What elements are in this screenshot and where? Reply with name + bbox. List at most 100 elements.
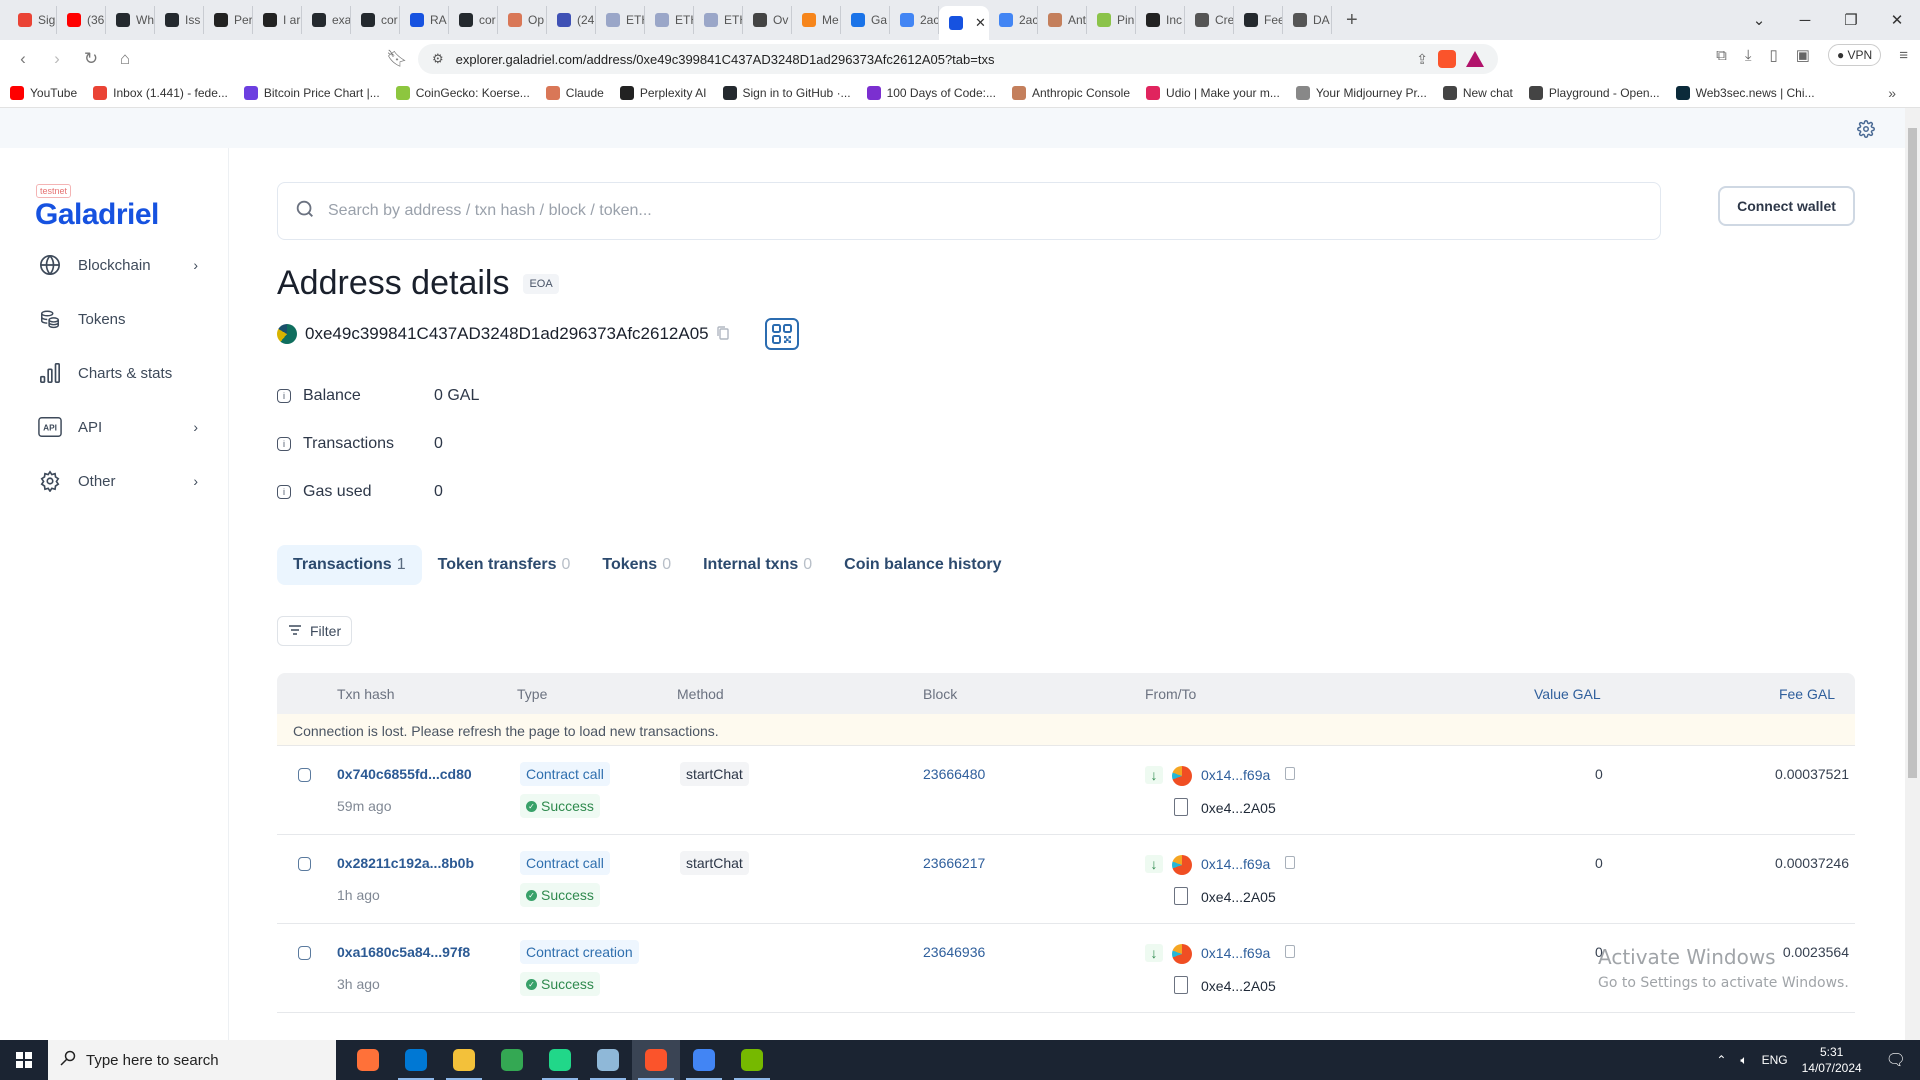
- connect-wallet-button[interactable]: Connect wallet: [1718, 186, 1855, 226]
- page-scrollbar[interactable]: [1905, 108, 1920, 1040]
- taskbar-app-nvidia[interactable]: [728, 1040, 776, 1080]
- bookmark-item[interactable]: Anthropic Console: [1011, 85, 1130, 100]
- new-tab-button[interactable]: +: [1332, 9, 1372, 32]
- bookmark-item[interactable]: Bitcoin Price Chart |...: [243, 85, 380, 100]
- menu-icon[interactable]: ≡: [1899, 47, 1908, 64]
- clock[interactable]: 5:31 14/07/2024: [1802, 1044, 1862, 1076]
- browser-tab[interactable]: exa: [302, 6, 351, 34]
- sidebar-item-tokens[interactable]: Tokens: [38, 307, 198, 331]
- reload-button[interactable]: ↻: [74, 49, 108, 69]
- copy-icon[interactable]: [1285, 767, 1295, 780]
- browser-tab[interactable]: ETH: [694, 6, 743, 34]
- downloads-icon[interactable]: ⤓: [1745, 47, 1752, 64]
- copy-icon[interactable]: [1285, 945, 1295, 958]
- brave-rewards-icon[interactable]: [1466, 51, 1484, 67]
- block-link[interactable]: 23666217: [923, 855, 985, 871]
- from-address-link[interactable]: 0x14...f69a: [1201, 856, 1270, 872]
- taskbar-app-chrome[interactable]: [488, 1040, 536, 1080]
- bookmark-item[interactable]: 100 Days of Code:...: [866, 85, 996, 100]
- txn-hash-link[interactable]: 0xa1680c5a84...97f8: [337, 944, 470, 960]
- browser-tab[interactable]: cor: [351, 6, 400, 34]
- block-link[interactable]: 23666480: [923, 766, 985, 782]
- galadriel-logo[interactable]: Galadriel: [35, 198, 159, 232]
- filter-button[interactable]: Filter: [277, 616, 353, 646]
- scrollbar-thumb[interactable]: [1908, 128, 1917, 778]
- from-address-link[interactable]: 0x14...f69a: [1201, 767, 1270, 783]
- taskbar-app-vscode[interactable]: [392, 1040, 440, 1080]
- brave-shields-icon[interactable]: [1438, 50, 1456, 68]
- info-icon[interactable]: i: [277, 485, 291, 499]
- bookmark-item[interactable]: Web3sec.news | Chi...: [1675, 85, 1815, 100]
- settings-gear-icon[interactable]: [1857, 120, 1875, 143]
- url-field[interactable]: ⚙︎ explorer.galadriel.com/address/0xe49c…: [418, 44, 1498, 74]
- bookmarks-overflow-button[interactable]: »: [1888, 85, 1896, 101]
- txn-hash-link[interactable]: 0x740c6855fd...cd80: [337, 766, 472, 782]
- taskbar-app-notepad[interactable]: [584, 1040, 632, 1080]
- show-hidden-icons[interactable]: ⌃: [1716, 1053, 1726, 1067]
- sidebar-item-blockchain[interactable]: Blockchain ›: [38, 253, 198, 277]
- txn-hash-link[interactable]: 0x28211c192a...8b0b: [337, 855, 474, 871]
- from-address-link[interactable]: 0x14...f69a: [1201, 945, 1270, 961]
- browser-tab[interactable]: cor: [449, 6, 498, 34]
- bookmark-item[interactable]: Inbox (1.441) - fede...: [93, 85, 228, 100]
- sidebar-icon[interactable]: ▯: [1770, 46, 1778, 64]
- browser-tab[interactable]: 2ac: [890, 6, 939, 34]
- browser-tab[interactable]: Iss: [155, 6, 204, 34]
- forward-button[interactable]: ›: [40, 49, 74, 69]
- block-link[interactable]: 23646936: [923, 944, 985, 960]
- tab-token-transfers[interactable]: Token transfers 0: [422, 545, 587, 585]
- browser-tab[interactable]: Pin: [1087, 6, 1136, 34]
- close-tab-icon[interactable]: ✕: [975, 15, 986, 31]
- volume-icon[interactable]: 🔈︎: [1740, 1053, 1747, 1068]
- sidebar-item-other[interactable]: Other ›: [38, 469, 198, 493]
- taskbar-app-chrome-profile[interactable]: [680, 1040, 728, 1080]
- sidebar-item-api[interactable]: API API ›: [38, 415, 198, 439]
- info-icon[interactable]: i: [277, 389, 291, 403]
- browser-tab[interactable]: Sig: [8, 6, 57, 34]
- start-button[interactable]: [0, 1040, 48, 1080]
- info-icon[interactable]: [298, 946, 311, 960]
- browser-tab[interactable]: (36: [57, 6, 106, 34]
- taskbar-app-firefox[interactable]: [344, 1040, 392, 1080]
- taskbar-app-brave[interactable]: [632, 1040, 680, 1080]
- home-button[interactable]: ⌂: [108, 49, 142, 69]
- vpn-button[interactable]: ● VPN: [1827, 44, 1882, 66]
- bookmark-icon[interactable]: 🔖︎: [380, 49, 414, 69]
- browser-tab[interactable]: Ga: [841, 6, 890, 34]
- browser-tab[interactable]: Wh: [106, 6, 155, 34]
- tab-transactions[interactable]: Transactions 1: [277, 545, 422, 585]
- browser-tab[interactable]: Per: [204, 6, 253, 34]
- tab-search-icon[interactable]: ⌄: [1736, 11, 1782, 29]
- taskbar-search[interactable]: Type here to search: [48, 1040, 336, 1080]
- share-icon[interactable]: ⇪: [1416, 51, 1428, 68]
- taskbar-app-file-explorer[interactable]: [440, 1040, 488, 1080]
- browser-tab[interactable]: (24: [547, 6, 596, 34]
- tab-coin-balance-history[interactable]: Coin balance history: [828, 545, 1017, 585]
- browser-tab[interactable]: ETH: [645, 6, 694, 34]
- copy-icon[interactable]: [1285, 856, 1295, 869]
- back-button[interactable]: ‹: [6, 49, 40, 69]
- close-window-button[interactable]: ✕: [1874, 11, 1920, 29]
- browser-tab[interactable]: Inc: [1136, 6, 1185, 34]
- search-input[interactable]: [328, 202, 1528, 220]
- bookmark-item[interactable]: Your Midjourney Pr...: [1295, 85, 1427, 100]
- info-icon[interactable]: [298, 857, 311, 871]
- language-indicator[interactable]: ENG: [1762, 1053, 1788, 1067]
- tab-tokens[interactable]: Tokens 0: [586, 545, 687, 585]
- browser-tab[interactable]: ETH: [596, 6, 645, 34]
- wallet-icon[interactable]: ▣: [1796, 46, 1810, 64]
- site-settings-icon[interactable]: ⚙︎: [432, 51, 444, 67]
- bookmark-item[interactable]: New chat: [1442, 85, 1513, 100]
- taskbar-app-pycharm[interactable]: [536, 1040, 584, 1080]
- sidebar-item-charts-stats[interactable]: Charts & stats: [38, 361, 198, 385]
- browser-tab[interactable]: RA: [400, 6, 449, 34]
- bookmark-item[interactable]: Sign in to GitHub ·...: [722, 85, 851, 100]
- extensions-icon[interactable]: ⧉: [1716, 47, 1727, 64]
- col-value-toggle[interactable]: Value GAL: [1534, 686, 1601, 702]
- browser-tab[interactable]: Ant: [1038, 6, 1087, 34]
- notifications-icon[interactable]: 🗨︎: [1886, 1050, 1906, 1070]
- tab-internal-txns[interactable]: Internal txns 0: [687, 545, 828, 585]
- browser-tab[interactable]: DA: [1283, 6, 1332, 34]
- browser-tab-active[interactable]: ✕: [939, 6, 989, 40]
- bookmark-item[interactable]: YouTube: [10, 85, 77, 100]
